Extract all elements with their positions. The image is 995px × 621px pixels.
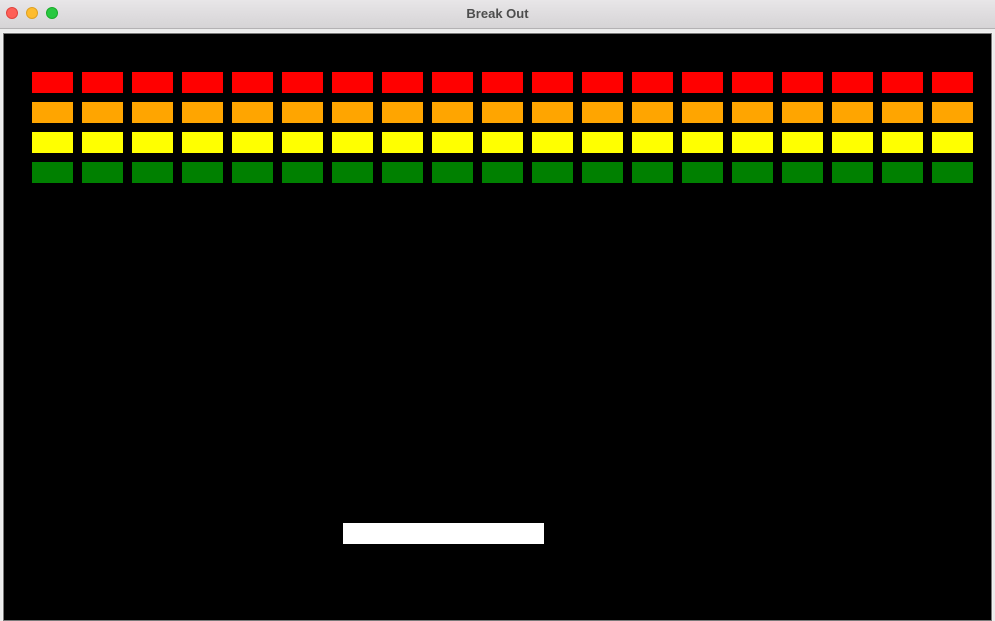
brick-green — [32, 162, 73, 183]
brick-red — [232, 72, 273, 93]
brick-orange — [32, 102, 73, 123]
brick-orange — [932, 102, 973, 123]
brick-red — [932, 72, 973, 93]
brick-orange — [682, 102, 723, 123]
brick-yellow — [732, 132, 773, 153]
brick-orange — [832, 102, 873, 123]
brick-red — [782, 72, 823, 93]
brick-green — [882, 162, 923, 183]
brick-red — [732, 72, 773, 93]
brick-orange — [482, 102, 523, 123]
brick-green — [532, 162, 573, 183]
brick-yellow — [282, 132, 323, 153]
brick-green — [682, 162, 723, 183]
brick-yellow — [82, 132, 123, 153]
brick-red — [32, 72, 73, 93]
brick-yellow — [782, 132, 823, 153]
brick-green — [82, 162, 123, 183]
brick-green — [432, 162, 473, 183]
brick-yellow — [582, 132, 623, 153]
brick-green — [732, 162, 773, 183]
brick-yellow — [632, 132, 673, 153]
brick-orange — [332, 102, 373, 123]
brick-yellow — [232, 132, 273, 153]
brick-orange — [782, 102, 823, 123]
paddle[interactable] — [343, 523, 544, 544]
brick-orange — [82, 102, 123, 123]
brick-yellow — [332, 132, 373, 153]
brick-orange — [182, 102, 223, 123]
game-canvas[interactable] — [2, 32, 993, 621]
brick-orange — [432, 102, 473, 123]
brick-green — [332, 162, 373, 183]
brick-orange — [232, 102, 273, 123]
brick-red — [882, 72, 923, 93]
brick-green — [782, 162, 823, 183]
brick-orange — [732, 102, 773, 123]
brick-yellow — [432, 132, 473, 153]
brick-yellow — [32, 132, 73, 153]
brick-red — [482, 72, 523, 93]
brick-green — [282, 162, 323, 183]
brick-orange — [582, 102, 623, 123]
brick-green — [232, 162, 273, 183]
brick-red — [182, 72, 223, 93]
brick-yellow — [382, 132, 423, 153]
brick-orange — [132, 102, 173, 123]
brick-green — [832, 162, 873, 183]
brick-green — [482, 162, 523, 183]
brick-red — [532, 72, 573, 93]
brick-orange — [882, 102, 923, 123]
game-window: Break Out — [0, 0, 995, 621]
brick-red — [832, 72, 873, 93]
window-title: Break Out — [466, 6, 529, 21]
title-bar[interactable]: Break Out — [0, 0, 995, 29]
brick-yellow — [532, 132, 573, 153]
brick-yellow — [132, 132, 173, 153]
brick-red — [682, 72, 723, 93]
brick-yellow — [882, 132, 923, 153]
brick-orange — [282, 102, 323, 123]
brick-green — [632, 162, 673, 183]
brick-red — [432, 72, 473, 93]
brick-red — [132, 72, 173, 93]
brick-red — [632, 72, 673, 93]
brick-yellow — [482, 132, 523, 153]
brick-green — [182, 162, 223, 183]
brick-red — [332, 72, 373, 93]
brick-green — [932, 162, 973, 183]
brick-orange — [632, 102, 673, 123]
brick-yellow — [182, 132, 223, 153]
brick-green — [582, 162, 623, 183]
brick-red — [382, 72, 423, 93]
brick-red — [82, 72, 123, 93]
brick-yellow — [682, 132, 723, 153]
brick-yellow — [932, 132, 973, 153]
brick-red — [282, 72, 323, 93]
brick-yellow — [832, 132, 873, 153]
brick-orange — [382, 102, 423, 123]
brick-red — [582, 72, 623, 93]
brick-green — [382, 162, 423, 183]
brick-green — [132, 162, 173, 183]
brick-orange — [532, 102, 573, 123]
